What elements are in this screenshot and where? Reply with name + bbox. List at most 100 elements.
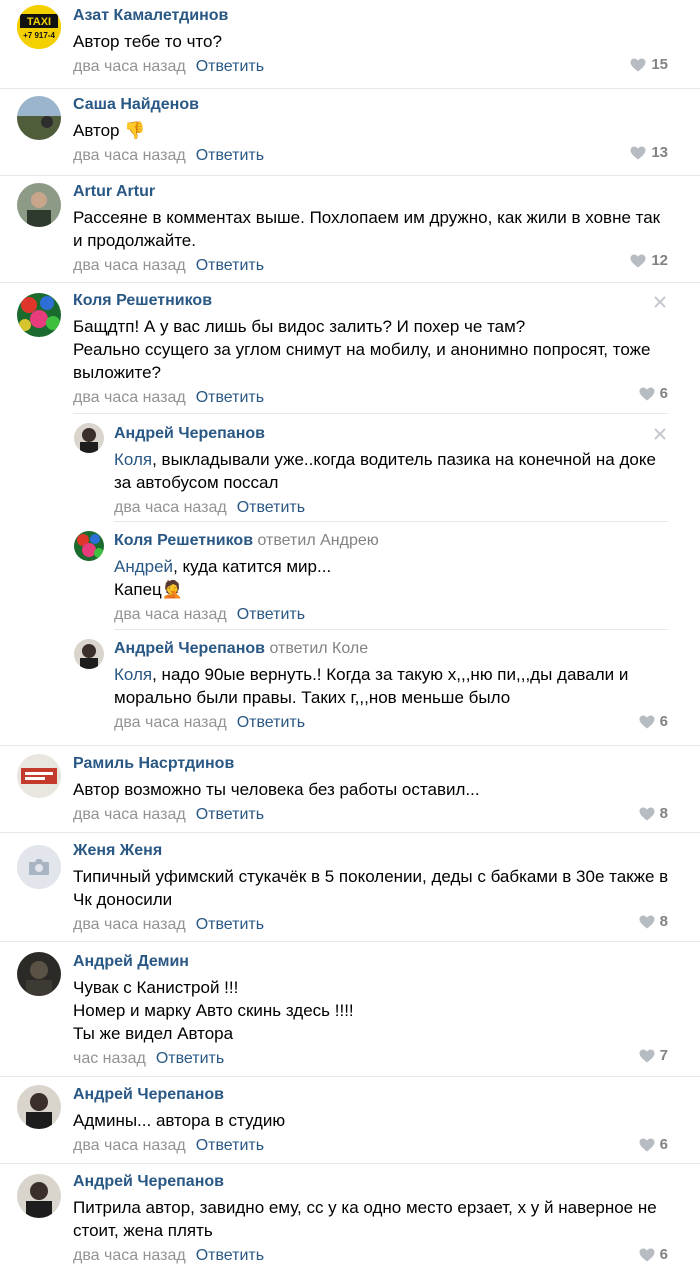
heart-icon	[630, 146, 646, 160]
comment-time[interactable]: два часа назад	[114, 499, 227, 516]
reply-button[interactable]: Ответить	[237, 714, 305, 731]
avatar[interactable]	[74, 639, 104, 669]
reply-button[interactable]: Ответить	[196, 147, 264, 164]
heart-icon	[639, 1049, 655, 1063]
replied-to[interactable]: ответил Андрею	[257, 532, 378, 549]
comment: Саша Найденов Автор 👎 два часа назад Отве…	[0, 89, 700, 176]
reply-button[interactable]: Ответить	[196, 1137, 264, 1154]
comment: TAXI +7 917-4 Азат Камалетдинов Автор те…	[0, 0, 700, 89]
comment-time[interactable]: два часа назад	[73, 806, 186, 823]
reply-button[interactable]: Ответить	[196, 1247, 264, 1264]
avatar[interactable]	[17, 183, 61, 227]
comment: Коля Решетников Бащдтп! А у вас лишь бы …	[0, 283, 700, 746]
comment-time[interactable]: два часа назад	[73, 916, 186, 933]
comment-text: Питрила автор, завидно ему, сс у ка одно…	[73, 1198, 657, 1240]
heart-icon	[639, 807, 655, 821]
comment-time[interactable]: два часа назад	[73, 1247, 186, 1264]
comment-author[interactable]: Саша Найденов	[73, 95, 668, 115]
comment-author[interactable]: Андрей Демин	[73, 952, 668, 972]
avatar[interactable]	[17, 754, 61, 798]
like-count: 7	[659, 1047, 668, 1064]
heart-icon	[639, 1138, 655, 1152]
comment-text: Автор 👎	[73, 121, 146, 140]
like-button[interactable]: 8	[639, 805, 668, 822]
like-button[interactable]: 13	[630, 144, 668, 161]
like-button[interactable]: 6	[639, 1136, 668, 1153]
replied-to[interactable]: ответил Коле	[269, 640, 368, 657]
heart-icon	[639, 387, 655, 401]
reply-button[interactable]: Ответить	[196, 257, 264, 274]
reply-button[interactable]: Ответить	[196, 916, 264, 933]
comment-time[interactable]: два часа назад	[73, 58, 186, 75]
like-button[interactable]: 7	[639, 1047, 668, 1064]
camera-icon	[17, 845, 61, 889]
reply-button[interactable]: Ответить	[156, 1050, 224, 1067]
avatar[interactable]	[74, 531, 104, 561]
reply-button[interactable]: Ответить	[196, 806, 264, 823]
comment-meta: два часа назад Ответить	[73, 915, 673, 935]
comment-author[interactable]: Artur Artur	[73, 182, 668, 202]
comments-feed: TAXI +7 917-4 Азат Камалетдинов Автор те…	[0, 0, 700, 1274]
reply-author[interactable]: Андрей Черепанов	[114, 424, 669, 444]
comment-time[interactable]: два часа назад	[73, 389, 186, 406]
reply-text: Андрей, куда катится мир... Капец🤦	[114, 557, 332, 599]
like-count: 8	[659, 913, 668, 930]
heart-icon	[639, 715, 655, 729]
comment-meta: два часа назад Ответить	[73, 1136, 668, 1156]
reply-meta: два часа назад Ответить	[114, 713, 669, 733]
comment-time[interactable]: два часа назад	[114, 714, 227, 731]
reply-meta: два часа назад Ответить	[114, 605, 669, 625]
reply-button[interactable]: Ответить	[237, 606, 305, 623]
like-button[interactable]: 8	[639, 913, 668, 930]
avatar[interactable]	[17, 1085, 61, 1129]
thumbs-down-emoji: 👎	[124, 121, 146, 140]
comment: Женя Женя Типичный уфимский стукачёк в 5…	[0, 833, 700, 942]
comment-text: Рассеяне в комментах выше. Похлопаем им …	[73, 208, 661, 250]
comment-time[interactable]: два часа назад	[73, 147, 186, 164]
comment-author[interactable]: Азат Камалетдинов	[73, 6, 668, 26]
heart-icon	[630, 58, 646, 72]
comment-author[interactable]: Женя Женя	[73, 841, 673, 861]
comment-author[interactable]: Коля Решетников	[73, 291, 668, 311]
like-button[interactable]: 15	[630, 56, 668, 73]
like-count: 6	[659, 1136, 668, 1153]
comment-time[interactable]: два часа назад	[73, 257, 186, 274]
avatar[interactable]	[17, 1174, 61, 1218]
like-count: 12	[651, 252, 668, 269]
reply-author[interactable]: Коля Решетников ответил Андрею	[114, 531, 669, 551]
comment-author[interactable]: Андрей Черепанов	[73, 1085, 668, 1105]
reply-divider	[73, 413, 668, 414]
avatar[interactable]	[17, 293, 61, 337]
mention-link[interactable]: Андрей	[114, 557, 173, 576]
heart-icon	[639, 1248, 655, 1262]
comment-author[interactable]: Андрей Черепанов	[73, 1172, 668, 1192]
comment-meta: два часа назад Ответить	[73, 388, 668, 408]
reply-button[interactable]: Ответить	[196, 58, 264, 75]
like-button[interactable]: 6	[639, 1246, 668, 1263]
comment-meta: два часа назад Ответить	[73, 805, 668, 825]
comment-time[interactable]: час назад	[73, 1050, 146, 1067]
comment-meta: два часа назад Ответить	[73, 146, 668, 166]
like-count: 6	[659, 713, 668, 730]
avatar[interactable]	[74, 423, 104, 453]
avatar[interactable]	[17, 845, 61, 889]
avatar[interactable]	[17, 96, 61, 140]
comment-time[interactable]: два часа назад	[114, 606, 227, 623]
reply-author[interactable]: Андрей Черепанов ответил Коле	[114, 639, 669, 659]
comment-author[interactable]: Рамиль Насртдинов	[73, 754, 668, 774]
heart-icon	[639, 915, 655, 929]
avatar[interactable]: TAXI +7 917-4	[17, 5, 61, 49]
like-button[interactable]: 6	[639, 385, 668, 402]
reply-button[interactable]: Ответить	[196, 389, 264, 406]
like-button[interactable]: 6	[639, 713, 668, 730]
comment-time[interactable]: два часа назад	[73, 1137, 186, 1154]
comment-meta: два часа назад Ответить	[73, 57, 668, 77]
reply-button[interactable]: Ответить	[237, 499, 305, 516]
avatar[interactable]	[17, 952, 61, 996]
comment: Андрей Черепанов Питрила автор, завидно …	[0, 1164, 700, 1274]
comment-text: Чувак с Канистрой !!! Номер и марку Авто …	[73, 978, 354, 1043]
like-button[interactable]: 12	[630, 252, 668, 269]
comment-text: Админы... автора в студию	[73, 1111, 286, 1130]
mention-link[interactable]: Коля	[114, 450, 152, 469]
mention-link[interactable]: Коля	[114, 665, 152, 684]
